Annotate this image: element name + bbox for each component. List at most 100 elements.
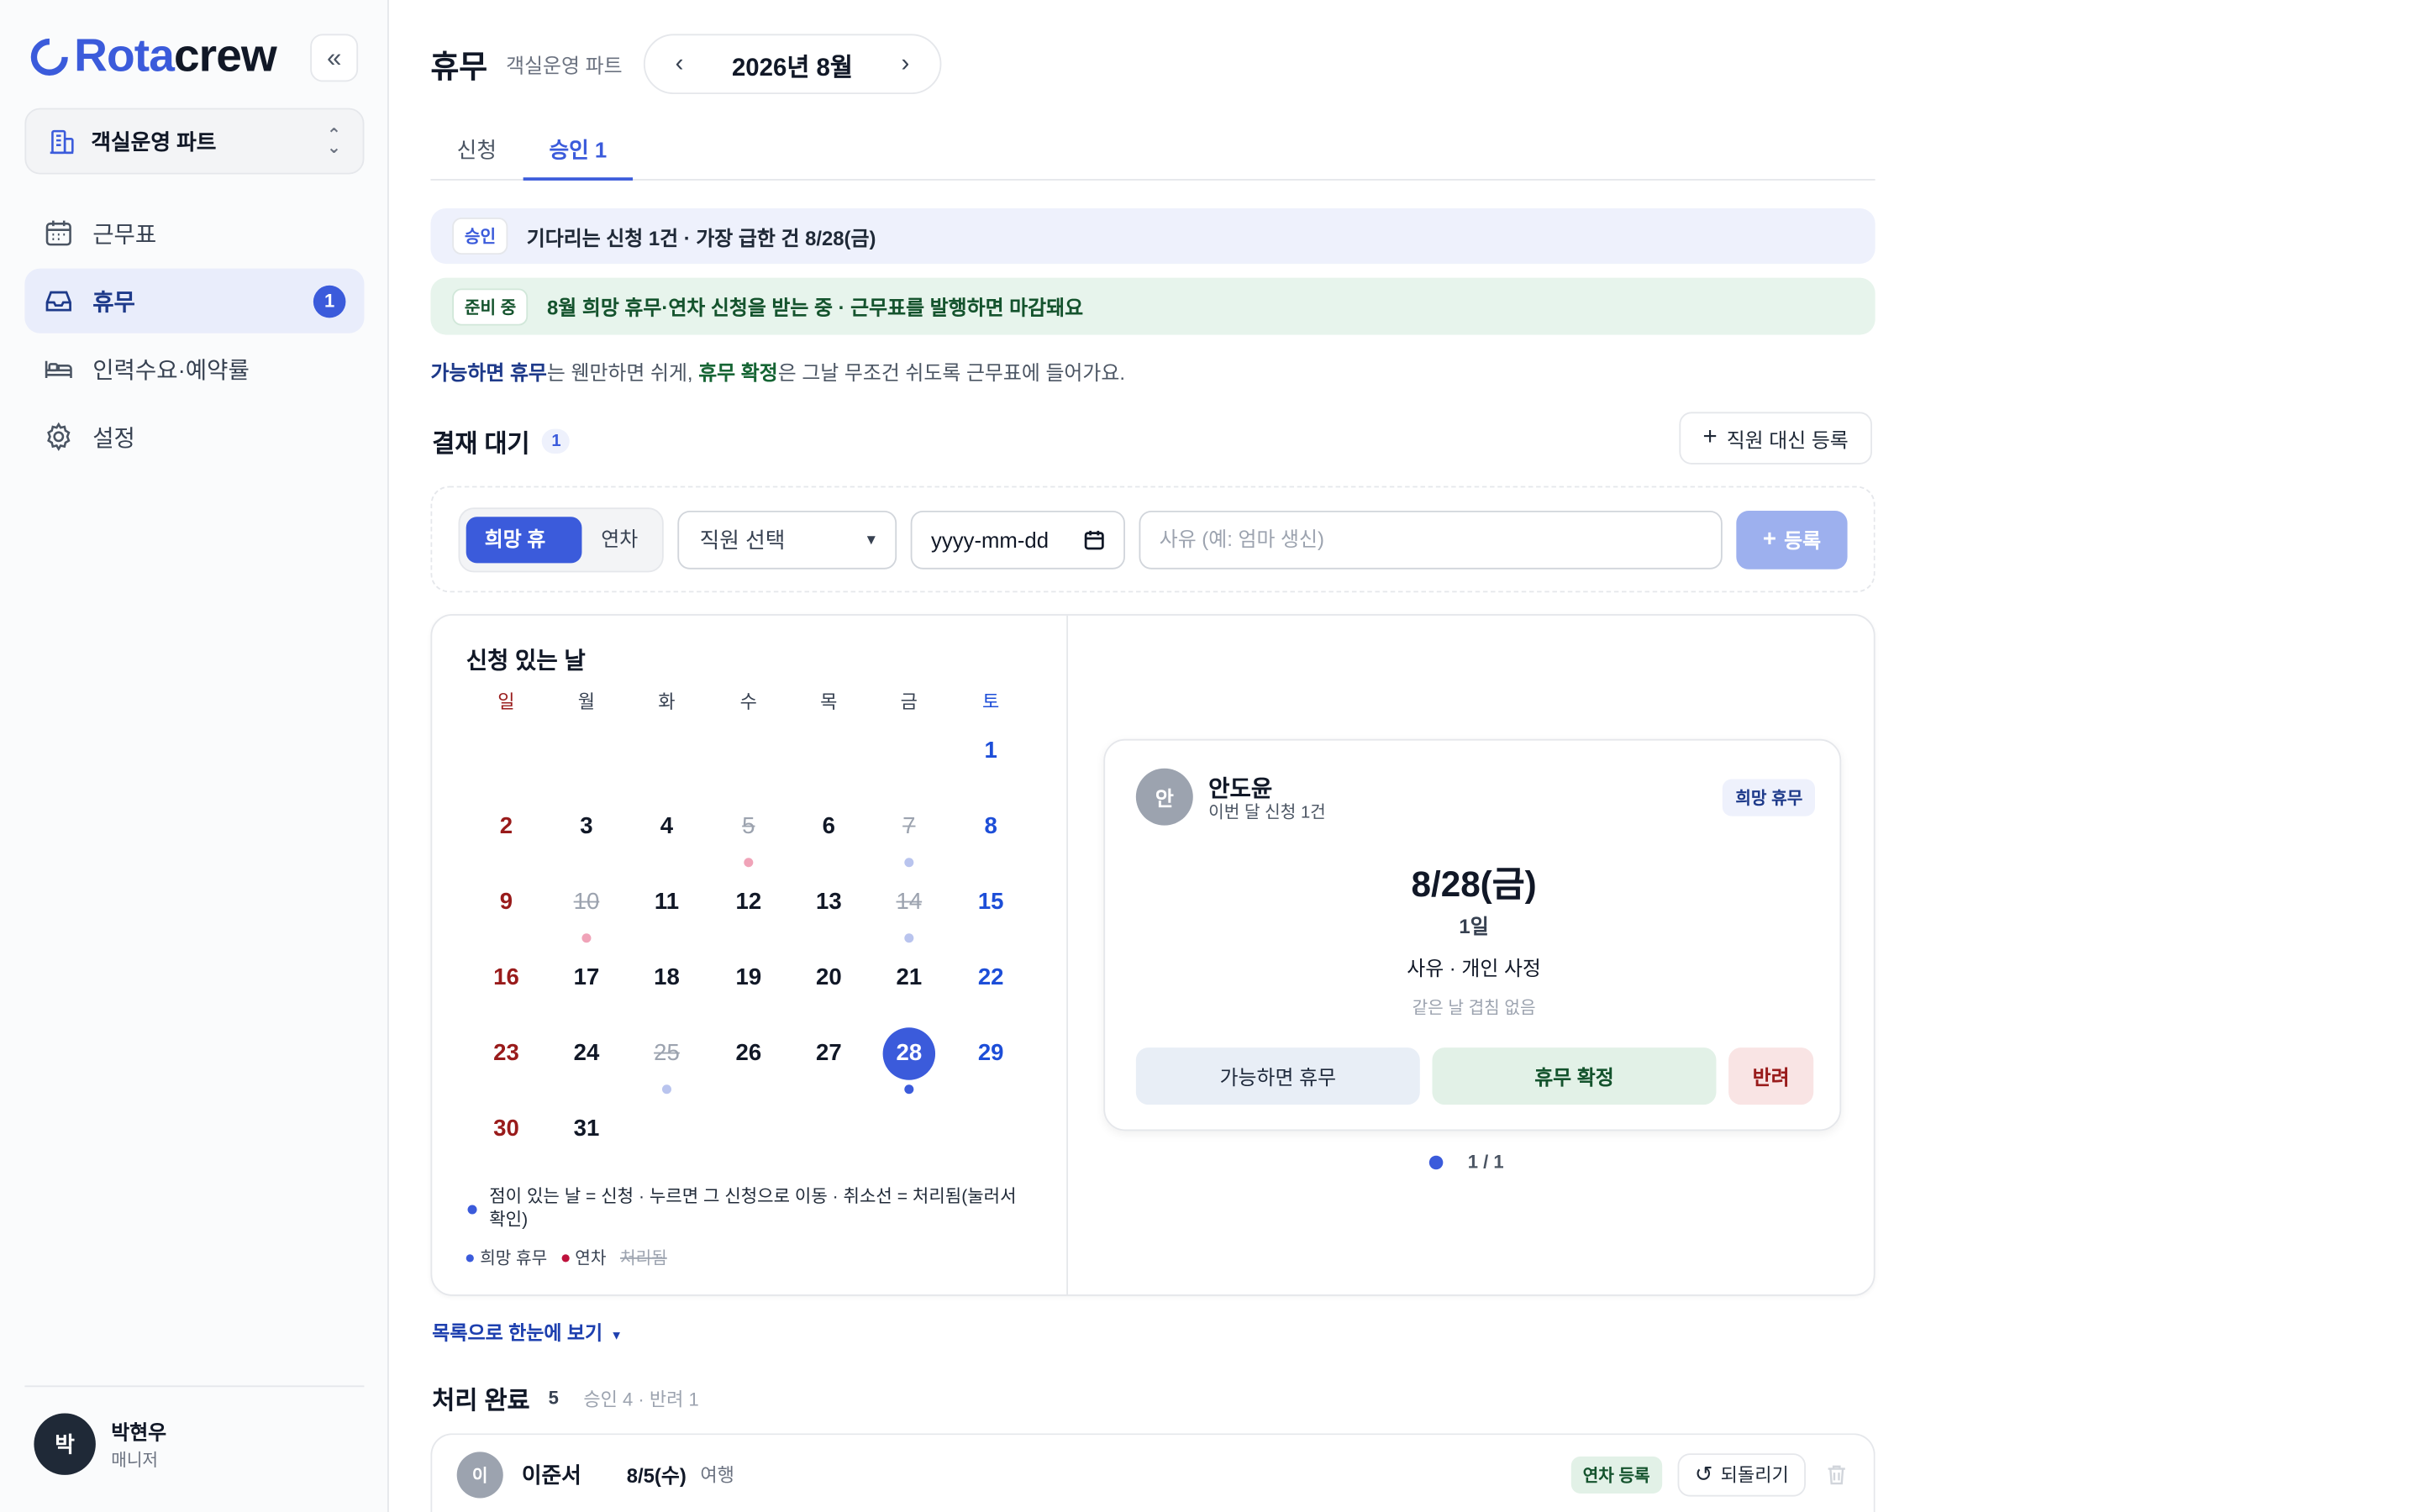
current-month: 2026년 8월 bbox=[731, 55, 853, 81]
request-calendar: 신청 있는 날 점이 있는 날 = 신청 · 누르면 그 신청으로 이동 · 취… bbox=[432, 615, 1069, 1295]
leave-reason: 여행 bbox=[700, 1464, 734, 1486]
user-profile[interactable]: 박 박현우 매니저 bbox=[34, 1413, 167, 1475]
calendar-day[interactable]: 4 bbox=[636, 796, 697, 858]
calendar-day[interactable]: 31 bbox=[555, 1099, 617, 1160]
approve-maybe-button[interactable]: 가능하면 휴무 bbox=[1135, 1047, 1420, 1105]
chevron-updown-icon: ⌃ ⌄ bbox=[326, 125, 341, 157]
requester-sub: 이번 달 신청 1건 bbox=[1208, 803, 1326, 822]
calendar-day[interactable]: 28 bbox=[882, 1027, 936, 1080]
calendar-icon bbox=[45, 220, 71, 246]
register-on-behalf-button[interactable]: + 직원 대신 등록 bbox=[1679, 412, 1872, 465]
sidebar-item-settings[interactable]: 설정 bbox=[24, 404, 364, 469]
calendar-day[interactable]: 12 bbox=[718, 872, 779, 933]
submit-button[interactable]: + 등록 bbox=[1736, 510, 1848, 569]
calendar-title: 신청 있는 날 bbox=[466, 648, 586, 675]
calendar-day[interactable]: 10 bbox=[555, 872, 617, 933]
calendar-day[interactable]: 30 bbox=[476, 1099, 537, 1160]
brand-logo[interactable]: Rota crew bbox=[23, 31, 277, 84]
request-dot bbox=[904, 933, 914, 943]
calendar-day[interactable]: 6 bbox=[798, 796, 860, 858]
status-badge: 연차 등록 bbox=[1570, 1455, 1663, 1494]
calendar-day[interactable]: 3 bbox=[555, 796, 617, 858]
register-form: 희망 휴무 연차 직원 선택 ▾ yyyy-mm-dd +등록 bbox=[430, 486, 1876, 596]
reject-button[interactable]: 반려 bbox=[1728, 1047, 1814, 1105]
reason-input[interactable] bbox=[1139, 510, 1723, 569]
undo-icon: ↺ bbox=[1694, 1461, 1713, 1486]
pager-dot[interactable] bbox=[1428, 1154, 1444, 1169]
avatar: 이 bbox=[456, 1451, 503, 1498]
calendar-day[interactable]: 15 bbox=[960, 872, 1021, 933]
processed-count: 5 bbox=[548, 1387, 559, 1409]
calendar-day[interactable]: 29 bbox=[960, 1023, 1021, 1084]
sidebar-item-label: 인력수요·예약률 bbox=[92, 357, 250, 384]
type-option-annual[interactable]: 연차 bbox=[582, 516, 656, 562]
weekday-label: 화 bbox=[658, 690, 676, 713]
calendar-day[interactable]: 7 bbox=[878, 796, 939, 858]
calendar-day[interactable]: 9 bbox=[476, 872, 537, 933]
leave-date: 8/5(수) bbox=[626, 1464, 687, 1488]
undo-button[interactable]: ↺ 되돌리기 bbox=[1677, 1452, 1806, 1496]
calendar-day[interactable]: 21 bbox=[878, 948, 939, 1009]
trash-icon[interactable] bbox=[1824, 1462, 1849, 1486]
employee-select[interactable]: 직원 선택 ▾ bbox=[677, 510, 897, 569]
calendar-day[interactable]: 17 bbox=[555, 948, 617, 1009]
sidebar-item-leave[interactable]: 휴무 1 bbox=[24, 268, 365, 333]
calendar-day[interactable]: 23 bbox=[476, 1023, 537, 1084]
weekday-label: 토 bbox=[982, 690, 1000, 713]
calendar-day[interactable]: 19 bbox=[718, 948, 779, 1009]
calendar-day[interactable]: 26 bbox=[718, 1023, 779, 1084]
approval-chip: 승인 bbox=[452, 217, 508, 255]
request-dot bbox=[904, 1084, 914, 1095]
calendar-day[interactable]: 25 bbox=[636, 1023, 697, 1084]
plus-icon: + bbox=[1762, 526, 1776, 553]
weekday-label: 목 bbox=[820, 690, 838, 713]
employee-name: 이준서 bbox=[521, 1462, 581, 1487]
calendar-day[interactable]: 5 bbox=[718, 796, 779, 858]
calendar-day[interactable]: 8 bbox=[960, 796, 1021, 858]
request-reason: 사유 · 개인 사정 bbox=[1407, 956, 1541, 980]
calendar-day[interactable]: 1 bbox=[960, 721, 1021, 782]
sidebar-item-label: 설정 bbox=[92, 425, 135, 452]
calendar-day[interactable]: 14 bbox=[878, 872, 939, 933]
org-selector[interactable]: 객실운영 파트 ⌃ ⌄ bbox=[24, 108, 365, 175]
card-pager: 1 / 1 bbox=[1428, 1151, 1504, 1173]
request-date: 8/28(금) bbox=[1411, 864, 1537, 905]
tab-request[interactable]: 신청 bbox=[430, 123, 523, 181]
calendar-day[interactable]: 13 bbox=[798, 872, 860, 933]
calendar-day[interactable]: 2 bbox=[476, 796, 537, 858]
overlap-info: 같은 날 겹침 없음 bbox=[1412, 1000, 1536, 1019]
tab-approval[interactable]: 승인 1 bbox=[523, 123, 634, 181]
sidebar-nav: 근무표 휴무 1 인력수요·예약률 설정 bbox=[24, 201, 365, 472]
dot-icon bbox=[467, 1205, 477, 1215]
prev-month-button[interactable]: ‹ bbox=[667, 50, 692, 78]
calendar-day[interactable]: 20 bbox=[798, 948, 860, 1009]
calendar-day[interactable]: 11 bbox=[636, 872, 697, 933]
date-input[interactable]: yyyy-mm-dd bbox=[911, 510, 1126, 569]
sidebar-item-demand[interactable]: 인력수요·예약률 bbox=[24, 336, 364, 401]
list-item: 이 이준서 8/5(수) 여행 연차 등록 ↺ 되돌리기 bbox=[430, 1433, 1876, 1512]
preparing-banner-text: 8월 희망 휴무·연차 신청을 받는 중 · 근무표를 발행하면 마감돼요 bbox=[546, 296, 1084, 320]
processed-section-title: 처리 완료 5 승인 4 · 반려 1 bbox=[432, 1379, 698, 1416]
request-dot bbox=[661, 1084, 671, 1095]
inbox-icon bbox=[45, 291, 71, 312]
calendar-day[interactable]: 27 bbox=[798, 1023, 860, 1084]
request-dot bbox=[744, 858, 754, 868]
approve-confirm-button[interactable]: 휴무 확정 bbox=[1432, 1047, 1717, 1105]
sidebar-item-schedule[interactable]: 근무표 bbox=[24, 201, 364, 265]
type-option-wish[interactable]: 희망 휴무 bbox=[466, 516, 583, 596]
user-name: 박현우 bbox=[111, 1420, 167, 1445]
view-as-list-link[interactable]: 목록으로 한눈에 보기 ▼ bbox=[432, 1316, 623, 1346]
double-chevron-left-icon: « bbox=[326, 42, 342, 72]
calendar-day[interactable]: 22 bbox=[960, 948, 1021, 1009]
collapse-sidebar-button[interactable]: « bbox=[310, 34, 359, 82]
calendar-day[interactable]: 16 bbox=[476, 948, 537, 1009]
calendar-day[interactable]: 24 bbox=[555, 1023, 617, 1084]
request-panel: 신청 있는 날 점이 있는 날 = 신청 · 누르면 그 신청으로 이동 · 취… bbox=[430, 614, 1876, 1296]
calendar-day[interactable]: 18 bbox=[636, 948, 697, 1009]
chevron-left-icon: ‹ bbox=[675, 50, 684, 76]
weekday-label: 월 bbox=[577, 690, 596, 713]
bed-icon bbox=[45, 360, 72, 379]
calendar-legend-keys: 희망 휴무 연차 처리됨 bbox=[466, 1245, 681, 1269]
approval-banner-text: 기다리는 신청 1건 · 가장 급한 건 8/28(금) bbox=[526, 226, 876, 249]
next-month-button[interactable]: › bbox=[893, 50, 918, 78]
